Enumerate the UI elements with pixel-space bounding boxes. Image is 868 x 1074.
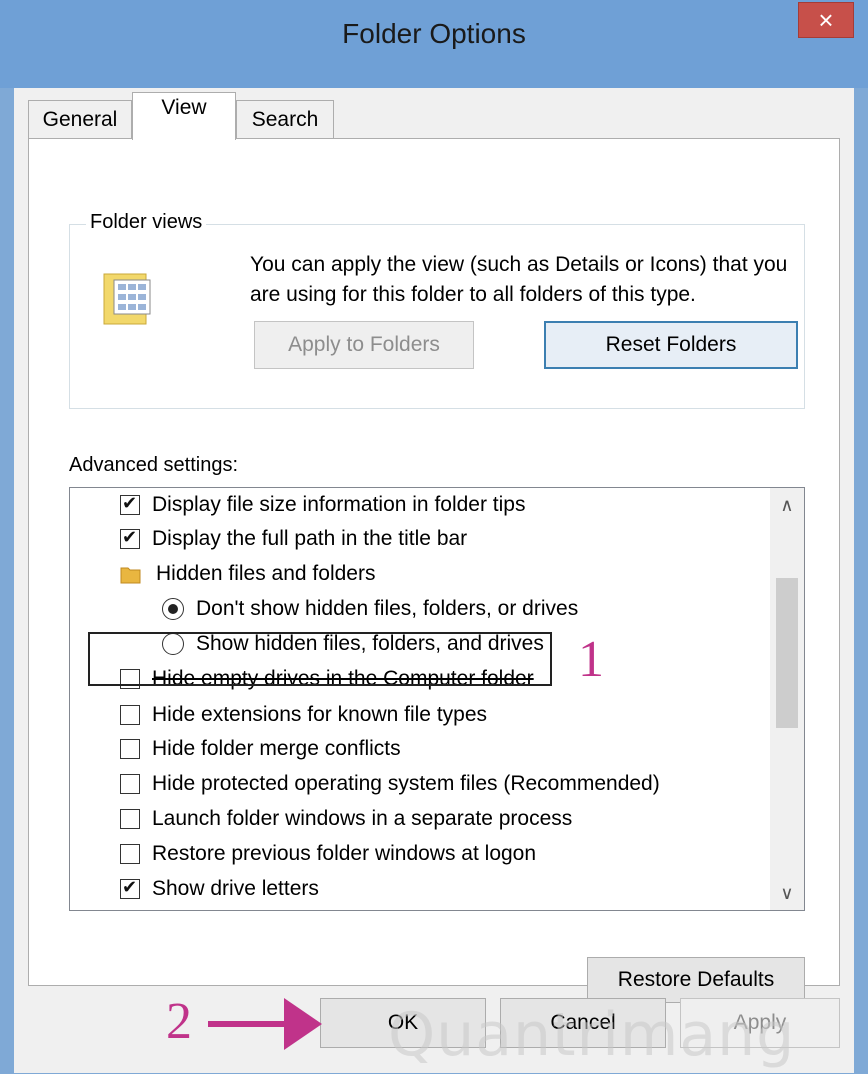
annotation-highlight-box [88,632,552,686]
checkbox[interactable] [120,774,140,794]
chevron-down-icon[interactable]: ∨ [770,876,804,910]
folder-views-label: Folder views [86,211,207,234]
list-item-label: Hide folder merge conflicts [152,737,401,760]
tab-general[interactable]: General [28,100,132,138]
scroll-thumb[interactable] [776,578,798,728]
list-item-label: Restore previous folder windows at logon [152,842,537,865]
list-item[interactable]: Display the full path in the title bar [120,522,467,556]
list-item[interactable]: Restore previous folder windows at logon [120,837,536,871]
list-item[interactable]: Show drive letters [120,872,319,906]
checkbox-checked[interactable] [120,527,140,549]
list-item[interactable]: Hide folder merge conflicts [120,732,401,766]
restore-defaults-button[interactable]: Restore Defaults [587,957,805,1003]
close-button[interactable]: × [798,2,854,38]
list-item-hide-extensions[interactable]: Hide extensions for known file types [120,698,487,732]
title-bar: Folder Options × [0,0,868,88]
list-item-label: Hide protected operating system files (R… [152,772,660,795]
advanced-settings-label: Advanced settings: [69,454,238,476]
list-item-label: Hide extensions for known file types [152,703,488,726]
list-item-label: Display the full path in the title bar [152,527,468,550]
list-item-label: Don't show hidden files, folders, or dri… [196,597,579,620]
checkbox[interactable] [120,809,140,829]
list-item-label: Show drive letters [152,877,319,900]
annotation-arrow-icon [208,998,322,1050]
view-tab-panel: Folder views You can apply the view (suc… [28,138,840,1003]
checkbox[interactable] [120,739,140,759]
annotation-step-1: 1 [578,631,604,688]
vertical-scrollbar[interactable]: ∧ ∨ [770,488,804,910]
list-item-label: Display file size information in folder … [152,493,526,516]
watermark: Quantrimang [388,1000,796,1070]
radio-selected[interactable] [162,598,184,620]
folder-views-group: Folder views You can apply the view (suc… [69,211,805,409]
checkbox-checked[interactable] [120,877,140,899]
folder-icon [120,567,141,584]
dialog-client: General View Search Folder views You can… [14,88,854,1073]
checkbox-checked[interactable] [120,493,140,515]
list-item-label: Hidden files and folders [156,562,376,585]
advanced-settings-list[interactable]: Display file size information in folder … [69,487,805,911]
folder-view-icon [103,273,151,325]
folder-options-window: Folder Options × General View Search Fol… [0,0,868,1074]
list-item[interactable]: Don't show hidden files, folders, or dri… [162,592,578,626]
chevron-up-icon[interactable]: ∧ [770,488,804,522]
list-item[interactable]: Hide protected operating system files (R… [120,767,660,801]
folder-views-description: You can apply the view (such as Details … [250,253,788,306]
list-item-label: Launch folder windows in a separate proc… [152,807,573,830]
annotation-step-2: 2 [166,993,192,1050]
list-item[interactable]: Display file size information in folder … [120,488,526,522]
list-item: Hidden files and folders [120,557,375,591]
tab-view[interactable]: View [132,92,236,140]
list-item[interactable]: Launch folder windows in a separate proc… [120,802,572,836]
checkbox[interactable] [120,844,140,864]
tab-search[interactable]: Search [236,100,334,138]
reset-folders-button[interactable]: Reset Folders [544,321,798,369]
apply-to-folders-button[interactable]: Apply to Folders [254,321,474,369]
checkbox[interactable] [120,705,140,725]
window-title: Folder Options [342,18,526,49]
